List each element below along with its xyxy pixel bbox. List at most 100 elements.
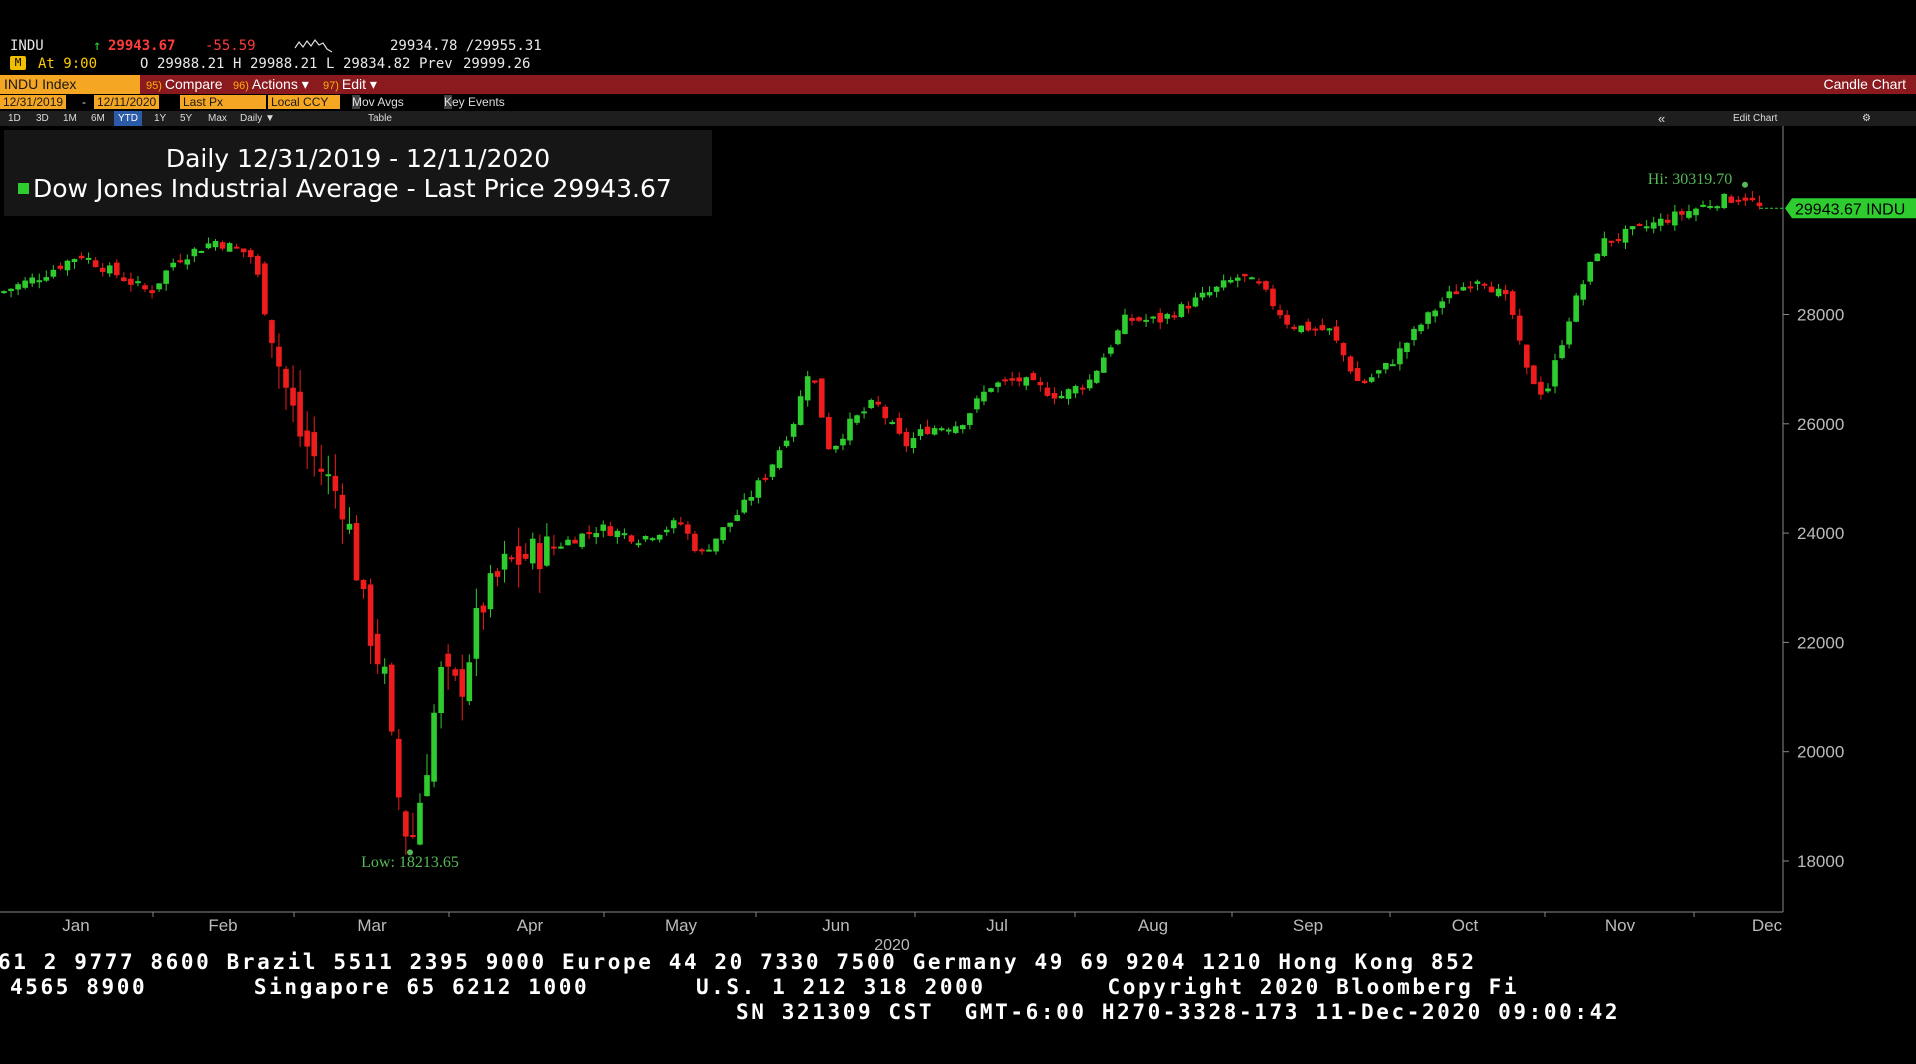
start-date-field[interactable]: 12/31/2019	[0, 95, 67, 109]
candle-body	[706, 549, 712, 552]
y-tick-label: 22000	[1797, 633, 1844, 652]
range-1m[interactable]: 1M	[63, 111, 77, 126]
compare-label: Compare	[164, 76, 223, 92]
candle-body	[85, 257, 92, 260]
candle-body	[424, 775, 430, 797]
candle-body	[1340, 342, 1347, 356]
candle-body	[114, 262, 120, 276]
candle-body	[1397, 348, 1403, 365]
range-6m[interactable]: 6M	[91, 111, 105, 126]
candle-body	[1425, 312, 1431, 324]
candle-body	[92, 260, 99, 268]
candle-body	[269, 320, 275, 344]
candle-body	[678, 522, 684, 525]
candle-body	[1559, 345, 1565, 359]
candle-body	[974, 398, 980, 410]
y-tick-label: 20000	[1797, 743, 1844, 762]
candle-body	[353, 523, 360, 581]
currency-select[interactable]: Local CCY	[268, 95, 340, 109]
ticker-line-1: 61 2 9777 8600 Brazil 5511 2395 9000 Eur…	[0, 950, 1477, 974]
candle-body	[1735, 199, 1742, 202]
x-tick-label: Aug	[1138, 916, 1168, 935]
range-1y[interactable]: 1Y	[154, 111, 166, 126]
candle-body	[1023, 377, 1030, 386]
end-date-field[interactable]: 12/11/2020	[94, 95, 160, 109]
candle-body	[1115, 330, 1121, 345]
table-button[interactable]: Table	[368, 111, 392, 126]
candle-body	[1580, 284, 1586, 300]
high-label: H	[233, 56, 242, 72]
range-5y[interactable]: 5Y	[180, 111, 192, 126]
low-marker	[407, 849, 413, 856]
candle-body	[748, 497, 755, 501]
candle-body	[177, 260, 184, 263]
edit-chart-button[interactable]: Edit Chart	[1733, 111, 1777, 126]
field-select[interactable]: Last Px	[180, 95, 266, 109]
candle-body	[184, 259, 191, 265]
y-tick-label: 24000	[1797, 524, 1844, 543]
compare-button[interactable]: 95) Compare	[146, 75, 223, 94]
candle-body	[1418, 324, 1424, 332]
candle-body	[762, 477, 769, 480]
x-tick-label: Jul	[986, 916, 1008, 935]
market-status-badge: M	[10, 56, 26, 70]
candle-body	[332, 475, 339, 491]
candle-body	[1150, 316, 1156, 319]
candle-body	[1502, 289, 1509, 295]
candle-body	[882, 406, 889, 419]
candle-body	[64, 260, 71, 271]
range-ytd[interactable]: YTD	[114, 111, 142, 126]
candle-body	[1721, 193, 1727, 209]
x-tick-label: Jan	[62, 916, 89, 935]
candle-body	[466, 662, 473, 702]
chart-legend-box: Daily 12/31/2019 - 12/11/2020 Dow Jones …	[4, 130, 712, 216]
candle-body	[410, 834, 416, 837]
x-tick-label: Dec	[1752, 916, 1783, 935]
candle-body	[438, 666, 444, 713]
candle-body	[720, 527, 726, 541]
legend-entry: Dow Jones Industrial Average - Last Pric…	[18, 174, 672, 203]
period-select[interactable]: Daily ▼	[240, 111, 275, 126]
candle-body	[1086, 379, 1093, 389]
range-1d[interactable]: 1D	[8, 111, 21, 126]
candle-body	[614, 530, 621, 538]
range-3d[interactable]: 3D	[36, 111, 49, 126]
candle-body	[960, 425, 966, 430]
candle-body	[1665, 219, 1671, 223]
candle-body	[1495, 288, 1502, 297]
actions-num: 96)	[233, 80, 249, 92]
range-max[interactable]: Max	[208, 111, 227, 126]
candle-body	[685, 524, 691, 534]
actions-button[interactable]: 96) Actions ▾	[233, 75, 309, 94]
bid-ask: 29934.78 /29955.31	[390, 38, 542, 54]
candle-body	[741, 499, 748, 513]
candle-body	[558, 546, 564, 549]
collapse-icon[interactable]: «	[1658, 111, 1665, 126]
settings-gear-icon[interactable]: ⚙	[1862, 111, 1871, 126]
candle-body	[501, 553, 508, 570]
candle-body	[417, 802, 423, 845]
candle-body	[43, 277, 50, 281]
candle-body	[1171, 315, 1178, 318]
security-field[interactable]: INDU Index	[0, 75, 140, 94]
candle-body	[212, 240, 219, 248]
candle-body	[15, 284, 21, 290]
edit-num: 97)	[323, 80, 339, 92]
candle-body	[1136, 317, 1142, 321]
candle-body	[572, 539, 578, 544]
candle-body	[22, 280, 28, 288]
candle-body	[861, 411, 867, 414]
candle-body	[854, 415, 860, 423]
edit-button[interactable]: 97) Edit ▾	[323, 75, 377, 94]
candle-body	[318, 468, 325, 472]
candle-body	[1375, 370, 1382, 374]
candle-body	[1249, 277, 1255, 280]
candle-body	[1319, 325, 1326, 331]
candle-body	[981, 391, 987, 402]
range-row: 1D 3D 1M 6M YTD 1Y 5Y Max Daily ▼ Table …	[0, 111, 1916, 126]
x-tick-label: Sep	[1293, 916, 1323, 935]
candle-body	[988, 388, 994, 392]
candle-body	[1756, 202, 1763, 207]
candle-body	[1263, 281, 1269, 290]
candle-body	[388, 664, 395, 732]
